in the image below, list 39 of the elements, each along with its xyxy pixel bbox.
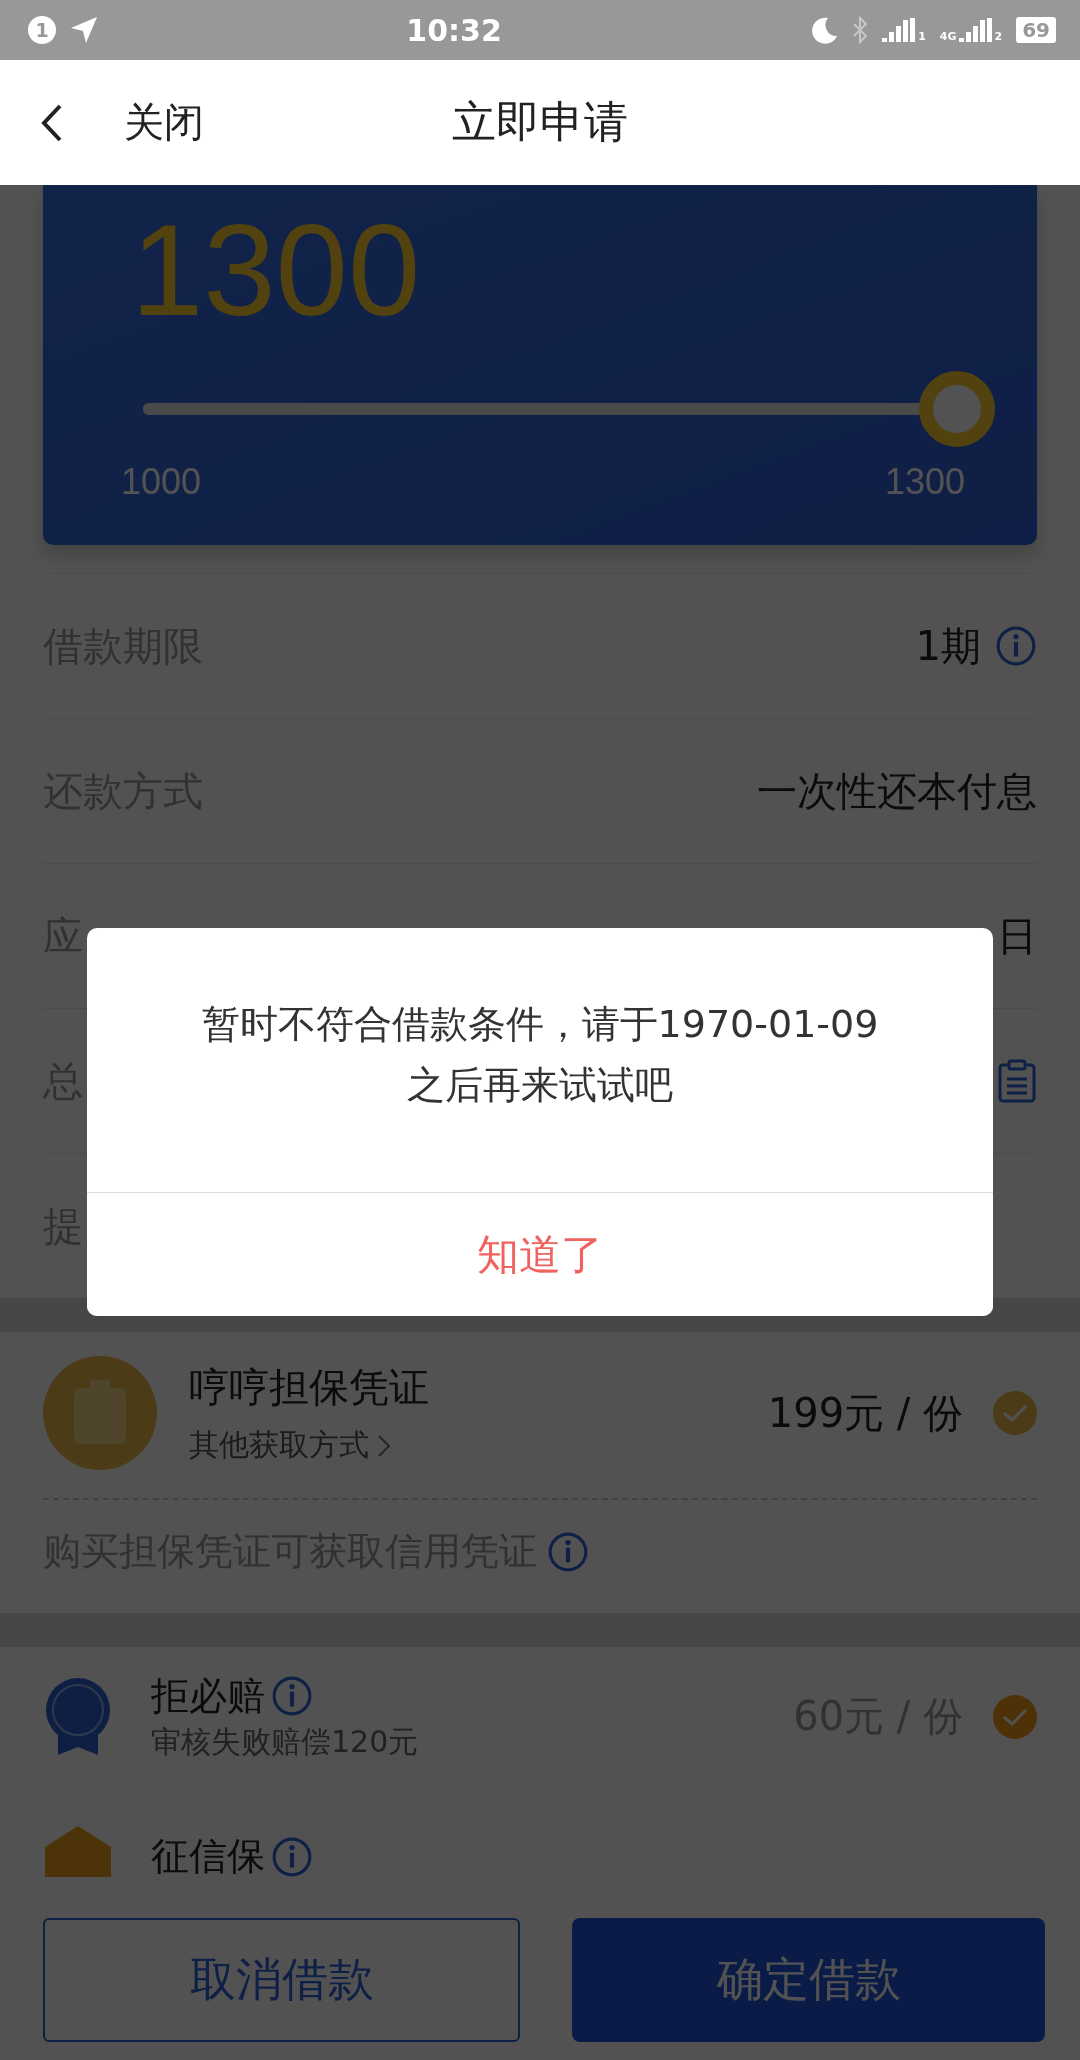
confirm-button[interactable]: 确定借款: [572, 1918, 1045, 2042]
info-icon[interactable]: [995, 625, 1037, 667]
check-icon: [1002, 1706, 1028, 1727]
close-button[interactable]: 关闭: [124, 95, 204, 150]
row-value: 日: [997, 911, 1037, 961]
notification-badge: 1: [28, 16, 56, 44]
guarantee-title: 哼哼担保凭证: [189, 1363, 430, 1412]
guarantee-price: 199元 / 份: [767, 1388, 963, 1438]
location-arrow-icon: [70, 16, 98, 44]
clipboard-icon[interactable]: [997, 1059, 1037, 1103]
dialog-message: 之后再来试试吧: [407, 1062, 673, 1110]
slider-min-label: 1000: [121, 461, 202, 503]
check-icon: [1002, 1403, 1028, 1423]
sim-number: 2: [994, 31, 1003, 42]
info-icon[interactable]: [271, 1675, 313, 1717]
bluetooth-icon: [852, 16, 869, 44]
info-icon[interactable]: [271, 1835, 313, 1877]
ok-button[interactable]: 知道了: [87, 1192, 993, 1317]
guarantee-checkbox[interactable]: [993, 1391, 1037, 1435]
signal-icon: [958, 18, 993, 42]
signal-icon: [882, 18, 917, 42]
dialog-message: 暂时不符合借款条件，请于1970-01-09: [201, 1001, 879, 1048]
status-time: 10:32: [406, 12, 502, 48]
slider-max-label: 1300: [884, 461, 965, 503]
medal-icon: [43, 1676, 113, 1757]
page-title: 立即申请: [452, 95, 628, 149]
moon-icon: [810, 16, 839, 44]
row-value: 一次性还本付息: [757, 766, 1037, 816]
cancel-button[interactable]: 取消借款: [43, 1918, 520, 2042]
addon-checkbox[interactable]: [993, 1694, 1037, 1739]
addon-title: 拒必赔: [151, 1672, 265, 1720]
chevron-icon: [377, 1433, 391, 1458]
loan-amount: 1300: [131, 205, 421, 335]
battery-icon: 69: [1016, 17, 1056, 43]
network-label: 4G: [939, 31, 957, 42]
sim-number: 1: [918, 31, 926, 42]
info-icon[interactable]: [547, 1530, 589, 1573]
row-value: 1期: [915, 621, 981, 671]
addon-title: 征信保: [151, 1833, 265, 1877]
